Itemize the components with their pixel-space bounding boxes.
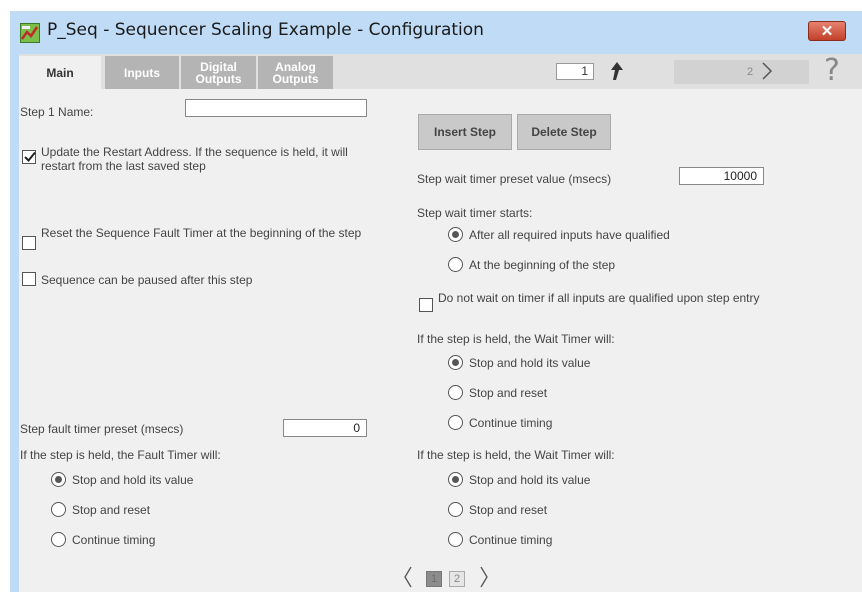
can-pause-label: Sequence can be paused after this step: [41, 273, 253, 287]
step-name-input[interactable]: [185, 99, 367, 117]
wait-held2-continue-label: Continue timing: [469, 533, 553, 547]
wait-held-label-2: If the step is held, the Wait Timer will…: [417, 448, 615, 462]
wait-held2-hold-radio[interactable]: [448, 472, 463, 487]
page-2-button[interactable]: 2: [449, 571, 465, 587]
reset-fault-timer-checkbox[interactable]: [22, 236, 36, 250]
wait-held2-reset-radio[interactable]: [448, 502, 463, 517]
page-next-icon[interactable]: [478, 564, 490, 590]
no-wait-label: Do not wait on timer if all inputs are q…: [438, 291, 760, 305]
fault-option-continue-label: Continue timing: [72, 533, 156, 547]
fault-option-reset-radio[interactable]: [51, 502, 66, 517]
tab-main[interactable]: Main: [19, 56, 101, 89]
wait-held1-hold-radio[interactable]: [448, 355, 463, 370]
delete-step-button[interactable]: Delete Step: [517, 114, 611, 150]
wait-held1-continue-label: Continue timing: [469, 416, 553, 430]
fault-option-reset-label: Stop and reset: [72, 503, 151, 517]
fault-option-hold-radio[interactable]: [51, 472, 66, 487]
wait-held1-reset-radio[interactable]: [448, 385, 463, 400]
page-prev-icon[interactable]: [402, 564, 414, 590]
tab-bar: Main Inputs Digital Outputs Analog Outpu…: [19, 54, 862, 89]
current-step-field[interactable]: 1: [556, 63, 594, 80]
fault-preset-label: Step fault timer preset (msecs): [20, 422, 184, 436]
insert-step-button[interactable]: Insert Step: [418, 114, 512, 150]
wait-start-beginning-label: At the beginning of the step: [469, 258, 616, 272]
wait-preset-input[interactable]: 10000: [679, 167, 764, 185]
wait-held1-reset-label: Stop and reset: [469, 386, 548, 400]
wait-start-beginning-radio[interactable]: [448, 257, 463, 272]
app-icon: [20, 23, 40, 43]
wait-starts-label: Step wait timer starts:: [417, 206, 533, 220]
wait-start-qualified-radio[interactable]: [448, 227, 463, 242]
wait-held2-reset-label: Stop and reset: [469, 503, 548, 517]
wait-held2-hold-label: Stop and hold its value: [469, 473, 591, 487]
checkmark-icon: [24, 151, 36, 162]
window-title: P_Seq - Sequencer Scaling Example - Conf…: [47, 20, 484, 40]
next-step-label: 2: [747, 66, 754, 78]
chevron-right-icon[interactable]: [759, 60, 775, 82]
step-name-label: Step 1 Name:: [20, 105, 94, 119]
fault-held-label: If the step is held, the Fault Timer wil…: [20, 448, 221, 462]
wait-start-qualified-label: After all required inputs have qualified: [469, 228, 670, 242]
fault-preset-input[interactable]: 0: [283, 419, 367, 437]
tab-analog-outputs[interactable]: Analog Outputs: [258, 56, 333, 89]
reset-fault-timer-label: Reset the Sequence Fault Timer at the be…: [41, 226, 362, 240]
up-arrow-icon[interactable]: [607, 60, 627, 82]
can-pause-checkbox[interactable]: [22, 272, 36, 286]
wait-held-label-1: If the step is held, the Wait Timer will…: [417, 332, 615, 346]
fault-option-continue-radio[interactable]: [51, 532, 66, 547]
main-tab-content: Step 1 Name: Update the Restart Address.…: [19, 89, 862, 592]
tab-inputs[interactable]: Inputs: [105, 56, 179, 89]
no-wait-checkbox[interactable]: [419, 298, 433, 312]
update-restart-label: Update the Restart Address. If the seque…: [41, 145, 348, 173]
title-bar[interactable]: P_Seq - Sequencer Scaling Example - Conf…: [10, 11, 862, 51]
next-step-button[interactable]: [674, 60, 809, 84]
wait-preset-label: Step wait timer preset value (msecs): [417, 172, 612, 186]
config-window: P_Seq - Sequencer Scaling Example - Conf…: [10, 11, 862, 592]
wait-held1-continue-radio[interactable]: [448, 415, 463, 430]
wait-held1-hold-label: Stop and hold its value: [469, 356, 591, 370]
close-button[interactable]: ✕: [808, 21, 846, 41]
wait-held2-continue-radio[interactable]: [448, 532, 463, 547]
page-1-button[interactable]: 1: [426, 571, 442, 587]
fault-option-hold-label: Stop and hold its value: [72, 473, 194, 487]
update-restart-checkbox[interactable]: [22, 150, 36, 164]
help-icon[interactable]: ?: [824, 54, 840, 88]
tab-digital-outputs[interactable]: Digital Outputs: [181, 56, 256, 89]
